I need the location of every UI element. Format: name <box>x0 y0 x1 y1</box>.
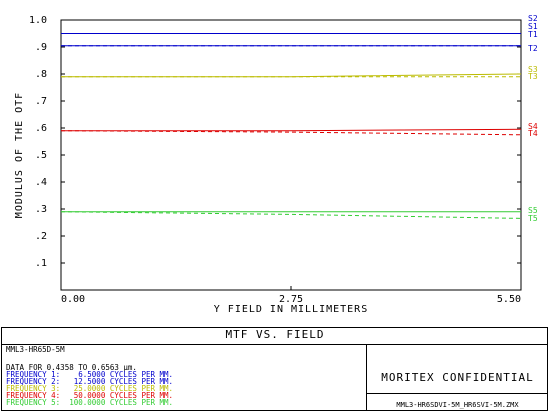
lens-name: MML3-HR65D-5M <box>6 345 65 354</box>
series-end-label: T5 <box>528 214 538 223</box>
frequency-value: 100.0000 <box>64 398 110 407</box>
frequency-unit: CYCLES PER MM. <box>109 398 174 407</box>
series-layer <box>60 33 522 219</box>
y-axis-label: MODULUS OF THE OTF <box>14 92 25 218</box>
y-tick-label: .1 <box>35 258 47 269</box>
confidential-label: MORITEX CONFIDENTIAL <box>381 371 534 384</box>
frequency-row: FREQUENCY 5: 100.0000 CYCLES PER MM. <box>6 399 173 407</box>
y-tick-label: .3 <box>35 204 47 215</box>
y-tick-label: .7 <box>35 96 47 107</box>
info-divider-right <box>366 393 548 394</box>
y-ticks: 1.0 .9 .8 .7 .6 .5 .4 .3 .2 .1 <box>29 15 521 269</box>
series-line-s4 <box>61 128 522 132</box>
y-tick-label: .8 <box>35 69 47 80</box>
y-tick-label: .9 <box>35 42 47 53</box>
series-end-label: T4 <box>528 129 538 138</box>
series-end-label: T3 <box>528 72 538 81</box>
series-line-t4 <box>60 130 522 136</box>
series-line-t5 <box>60 211 522 219</box>
x-ticks: 0.00 2.75 5.50 <box>60 286 522 305</box>
y-tick-label: .2 <box>35 231 47 242</box>
series-end-labels: S2S1T1T2S3T3S4T4S5T5 <box>528 14 538 223</box>
y-tick-label: .6 <box>35 123 47 134</box>
chart-title: MTF VS. FIELD <box>225 328 325 341</box>
y-tick-label: .4 <box>35 177 47 188</box>
title-divider <box>1 344 548 345</box>
series-end-label: T1 <box>528 30 538 39</box>
x-tick-label: 5.50 <box>497 294 521 305</box>
y-tick-label: 1.0 <box>29 15 47 26</box>
mtf-chart: 1.0.9.8.7.6.5.4.3.2.1 0.00 2.75 5.50 S2S1T… <box>14 14 538 315</box>
series-end-label: T2 <box>528 44 538 53</box>
filename: MML3-HR6SDVI-5M_HR6SVI-5M.ZMX <box>396 401 519 409</box>
y-tick-label: .5 <box>35 150 47 161</box>
series-line-s3 <box>61 73 522 78</box>
frequency-label: FREQUENCY 5: <box>6 398 65 407</box>
x-tick-label: 0.00 <box>61 294 85 305</box>
plot-frame <box>60 19 522 291</box>
x-axis-label: Y FIELD IN MILLIMETERS <box>214 304 368 315</box>
